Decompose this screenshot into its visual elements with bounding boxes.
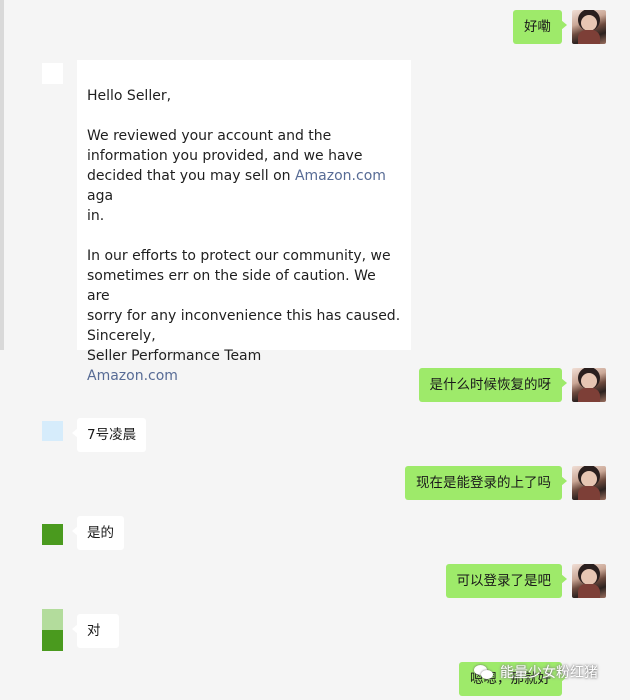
watermark: 能量少女粉红猪 (474, 661, 598, 683)
email-line: decided that you may sell on Amazon.com … (87, 166, 401, 206)
wechat-logo-icon (474, 664, 494, 680)
message-bubble-outgoing[interactable]: 现在是能登录的上了吗 (405, 466, 567, 500)
contact-avatar-bottom (42, 630, 63, 651)
amazon-link[interactable]: Amazon.com (295, 168, 386, 184)
window-edge (0, 0, 4, 350)
message-bubble-outgoing[interactable]: 可以登录了是吧 (445, 564, 567, 598)
message-text: 现在是能登录的上了吗 (416, 475, 551, 491)
message-text: 是的 (87, 525, 114, 541)
email-line: information you provided, and we have (87, 148, 363, 164)
watermark-text: 能量少女粉红猪 (500, 665, 598, 681)
email-sign-off: Sincerely, (87, 328, 156, 344)
message-text: 7号凌晨 (87, 427, 137, 443)
email-line: In our efforts to protect our community,… (87, 248, 391, 264)
email-signature: Seller Performance Team (87, 348, 262, 364)
contact-avatar-icon[interactable] (42, 524, 63, 545)
message-bubble-incoming[interactable]: 7号凌晨 (71, 418, 147, 452)
message-bubble-incoming[interactable]: 是的 (72, 516, 124, 550)
user-avatar-icon[interactable] (572, 10, 606, 44)
email-line: We reviewed your account and the (87, 128, 332, 144)
user-avatar-icon[interactable] (572, 368, 606, 402)
user-avatar-icon[interactable] (572, 564, 606, 598)
user-avatar-icon[interactable] (572, 466, 606, 500)
email-text: decided that you may sell on (87, 168, 295, 184)
message-bubble-outgoing[interactable]: 是什么时候恢复的呀 (418, 368, 567, 402)
message-text: 好嘞 (524, 19, 551, 35)
email-line: sometimes err on the side of caution. We… (87, 268, 376, 304)
contact-avatar-icon[interactable] (42, 609, 63, 651)
message-bubble-outgoing[interactable]: 好嘞 (513, 10, 567, 44)
contact-avatar-top (42, 609, 63, 630)
email-line: sorry for any inconvenience this has cau… (87, 308, 401, 324)
contact-avatar-icon[interactable] (42, 421, 63, 441)
message-text: 是什么时候恢复的呀 (429, 377, 552, 393)
email-greeting: Hello Seller, (87, 88, 172, 104)
email-message-card[interactable]: Hello Seller, We reviewed your account a… (77, 60, 411, 384)
contact-avatar-icon[interactable] (42, 63, 63, 84)
message-text: 对 (87, 623, 101, 639)
email-text: aga (87, 188, 114, 204)
amazon-link[interactable]: Amazon.com (87, 366, 401, 386)
message-text: 可以登录了是吧 (456, 573, 552, 589)
email-line: in. (87, 208, 105, 224)
message-bubble-incoming[interactable]: 对 (72, 614, 119, 648)
